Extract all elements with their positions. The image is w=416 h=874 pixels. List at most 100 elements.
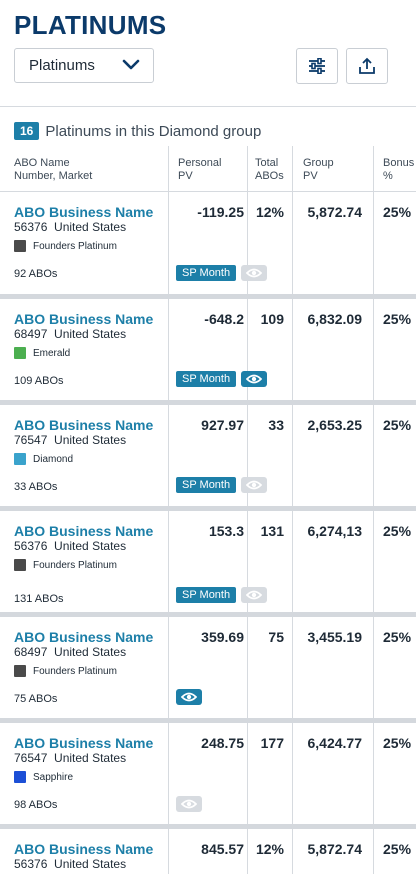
rank-color-swatch <box>14 453 26 465</box>
table-row[interactable]: ABO Business Name 68497 United States Foun… <box>0 617 416 723</box>
table-row[interactable]: ABO Business Name 56376 United States Foun… <box>0 511 416 617</box>
abo-name-link[interactable]: ABO Business Name <box>14 311 153 327</box>
personal-pv-value: 845.57 <box>201 841 244 857</box>
group-pv-value: 5,872.74 <box>307 204 363 220</box>
total-abos-value: 177 <box>260 735 284 751</box>
export-button[interactable] <box>346 48 388 84</box>
bonus-value: 25% <box>383 417 412 433</box>
bonus-value: 25% <box>383 523 412 539</box>
column-divider <box>373 829 374 874</box>
abo-name-link[interactable]: ABO Business Name <box>14 629 153 645</box>
page-header: PLATINUMS Platinums <box>0 0 416 107</box>
rank-color-swatch <box>14 771 26 783</box>
col-header-group-pv[interactable]: Group PV <box>303 157 334 183</box>
column-divider <box>292 299 293 400</box>
rank-name: Founders Platinum <box>33 240 117 252</box>
group-pv-value: 6,274,13 <box>307 523 363 539</box>
abo-number-market: 68497 United States <box>14 645 126 659</box>
rank-color-swatch <box>14 559 26 571</box>
col-header-ppv-line1: Personal <box>178 157 222 169</box>
col-header-bonus[interactable]: Bonus % <box>383 157 414 183</box>
eye-toggle-button[interactable] <box>176 689 202 705</box>
abo-market: United States <box>54 751 127 765</box>
abo-name-link[interactable]: ABO Business Name <box>14 417 153 433</box>
column-divider <box>168 299 169 400</box>
personal-pv-value: 153.3 <box>208 523 244 539</box>
column-divider <box>292 192 293 294</box>
abo-market: United States <box>54 645 127 659</box>
rank-label: Sapphire <box>14 771 73 783</box>
count-badge: 16 <box>14 122 40 140</box>
col-header-ppv-line2: PV <box>178 170 193 182</box>
eye-icon <box>181 692 197 702</box>
row-badges: SP Month <box>176 265 268 281</box>
rank-label: Founders Platinum <box>14 240 117 252</box>
column-divider <box>247 617 248 718</box>
row-badges: SP Month <box>176 587 268 603</box>
table-header: ABO Name Number, Market Personal PV Tota… <box>0 146 416 192</box>
row-badges: SP Month <box>176 477 268 493</box>
column-divider <box>373 299 374 400</box>
abo-count: 98 ABOs <box>14 799 58 811</box>
col-header-total-abos[interactable]: Total ABOs <box>255 157 284 183</box>
share-upload-icon <box>359 57 375 74</box>
abo-number: 56376 <box>14 539 48 553</box>
abo-market: United States <box>54 327 127 341</box>
total-abos-value: 75 <box>268 629 284 645</box>
column-divider <box>292 511 293 612</box>
abo-number: 76547 <box>14 751 48 765</box>
chevron-down-icon <box>122 59 140 70</box>
rank-name: Sapphire <box>33 771 74 783</box>
table-row[interactable]: ABO Business Name 76547 United States Diam… <box>0 405 416 511</box>
table-row[interactable]: ABO Business Name 56376 United States 845.… <box>0 829 416 874</box>
rank-color-swatch <box>14 240 26 252</box>
table-row[interactable]: ABO Business Name 68497 United States Emer… <box>0 299 416 405</box>
personal-pv-value: 248.75 <box>201 735 244 751</box>
eye-icon <box>246 268 263 278</box>
column-divider <box>292 723 293 824</box>
column-divider <box>292 829 293 874</box>
sp-month-badge: SP Month <box>176 371 237 387</box>
abo-name-link[interactable]: ABO Business Name <box>14 735 153 751</box>
table-row[interactable]: ABO Business Name 76547 United States Sapp… <box>0 723 416 829</box>
abo-number-market: 56376 United States <box>14 220 126 234</box>
table-body: ABO Business Name 56376 United States Foun… <box>0 192 416 874</box>
abo-count: 131 ABOs <box>14 593 64 605</box>
bonus-value: 25% <box>383 311 412 327</box>
abo-market: United States <box>54 857 127 871</box>
eye-toggle-button[interactable] <box>241 477 268 493</box>
col-header-name[interactable]: ABO Name Number, Market <box>14 157 92 183</box>
abo-number: 68497 <box>14 327 48 341</box>
abo-name-link[interactable]: ABO Business Name <box>14 523 153 539</box>
total-abos-value: 12% <box>255 204 284 220</box>
col-header-bonus-line1: Bonus <box>383 157 415 169</box>
eye-icon <box>246 480 263 490</box>
sp-month-badge: SP Month <box>176 477 237 493</box>
rank-name: Founders Platinum <box>33 665 117 677</box>
col-header-name-line2: Number, Market <box>14 170 93 182</box>
column-divider <box>168 511 169 612</box>
table-row[interactable]: ABO Business Name 56376 United States Foun… <box>0 192 416 299</box>
col-header-personal-pv[interactable]: Personal PV <box>178 157 221 183</box>
column-divider <box>373 723 374 824</box>
column-divider <box>292 617 293 718</box>
eye-toggle-button[interactable] <box>241 265 268 281</box>
eye-icon <box>246 590 263 600</box>
abo-name-link[interactable]: ABO Business Name <box>14 204 153 220</box>
abo-name-link[interactable]: ABO Business Name <box>14 841 153 857</box>
abo-number-market: 56376 United States <box>14 539 126 553</box>
eye-toggle-button[interactable] <box>241 371 268 387</box>
eye-icon <box>181 799 197 809</box>
eye-toggle-button[interactable] <box>176 796 202 812</box>
col-header-abos-line2: ABOs <box>255 170 284 182</box>
eye-toggle-button[interactable] <box>241 587 268 603</box>
filter-button[interactable] <box>296 48 338 84</box>
abo-number: 56376 <box>14 857 48 871</box>
col-header-name-line1: ABO Name <box>14 157 70 169</box>
personal-pv-value: 927.97 <box>201 417 244 433</box>
col-header-gpv-line1: Group <box>303 157 334 169</box>
column-divider <box>247 146 248 191</box>
sp-month-badge: SP Month <box>176 587 237 603</box>
rank-filter-dropdown[interactable]: Platinums <box>14 48 154 83</box>
abo-count: 92 ABOs <box>14 268 58 280</box>
